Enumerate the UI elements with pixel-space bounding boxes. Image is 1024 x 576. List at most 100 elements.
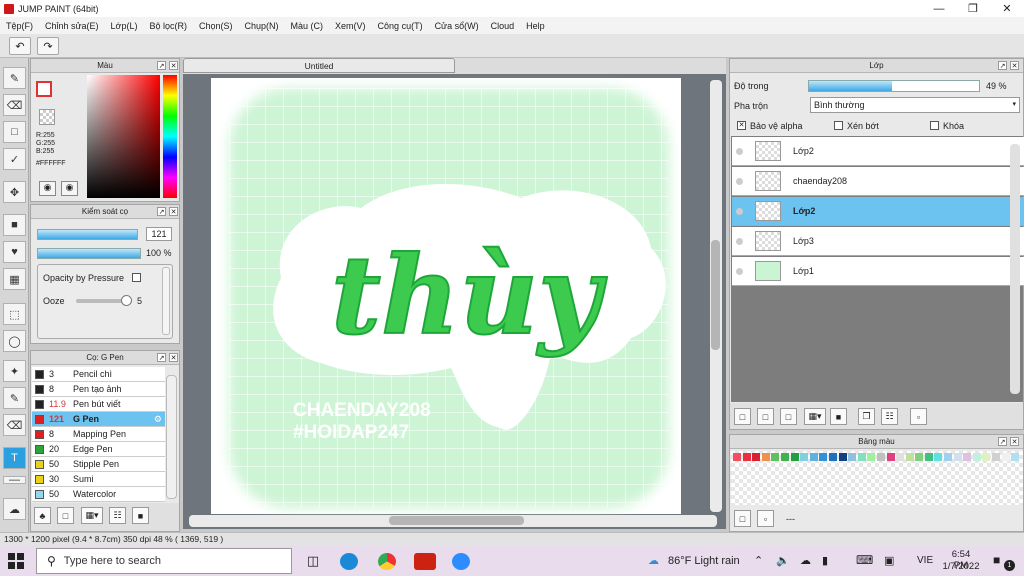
palette-swatch[interactable] xyxy=(733,453,741,461)
palette-swatch[interactable] xyxy=(886,453,895,461)
layer-row[interactable]: Lớp2⚙ xyxy=(732,197,1024,226)
panel-popout-icon[interactable]: ↗ xyxy=(998,437,1007,446)
magic-wand-icon[interactable]: ✦ xyxy=(3,360,26,382)
visibility-icon[interactable] xyxy=(736,267,743,275)
cloud-tray-icon[interactable]: ☁ xyxy=(800,554,811,567)
brush-item[interactable]: 30 Sumi xyxy=(32,472,165,487)
horizontal-scroll-thumb[interactable] xyxy=(389,516,524,525)
maximize-button[interactable]: ❐ xyxy=(956,0,990,17)
new-layer-icon[interactable]: □ xyxy=(734,408,751,425)
close-button[interactable]: ✕ xyxy=(990,0,1024,17)
brush-size-value[interactable]: 121 xyxy=(146,227,172,241)
layer-folder-icon[interactable]: ■ xyxy=(830,408,847,425)
gear-icon[interactable]: ⚙ xyxy=(154,414,162,425)
layer-row[interactable]: Lớp3 xyxy=(732,227,1024,256)
duplicate-layer-icon[interactable]: ❐ xyxy=(858,408,875,425)
palette-swatch[interactable] xyxy=(771,453,780,461)
palette-swatch[interactable] xyxy=(934,453,943,461)
menu-item[interactable]: Tệp(F) xyxy=(0,21,39,31)
brush-item[interactable]: 11.9 Pen bút viết xyxy=(32,397,165,412)
palette-swatch[interactable] xyxy=(982,453,991,461)
palette-swatch[interactable] xyxy=(924,453,933,461)
palette-swatch[interactable] xyxy=(742,453,751,461)
brush-opacity-bar[interactable] xyxy=(37,248,141,259)
visibility-icon[interactable] xyxy=(736,147,743,155)
panel-popout-icon[interactable]: ↗ xyxy=(157,353,166,362)
palette-area[interactable] xyxy=(731,451,1023,505)
panel-close-icon[interactable]: ✕ xyxy=(169,61,178,70)
palette-swatch[interactable] xyxy=(876,453,885,461)
select-pen-icon[interactable]: ✎ xyxy=(3,387,26,409)
layer-opacity-bar[interactable] xyxy=(808,80,980,92)
layer-scrollbar[interactable] xyxy=(1010,144,1020,394)
clock-date[interactable]: 1/7/2022 xyxy=(940,561,982,572)
blend-select[interactable]: Bình thường ▾ xyxy=(810,97,1020,113)
new-brush-icon[interactable]: □ xyxy=(57,507,74,524)
keyboard-icon[interactable]: ⌨ xyxy=(856,553,873,567)
palette-new-icon[interactable]: □ xyxy=(734,510,751,527)
lock-checkbox[interactable] xyxy=(930,121,939,130)
menu-item[interactable]: Chụp(N) xyxy=(239,21,285,31)
palette2-icon[interactable]: ◉ xyxy=(61,181,78,196)
line-tool-icon[interactable]: ✓ xyxy=(3,148,26,170)
panel-close-icon[interactable]: ✕ xyxy=(169,353,178,362)
palette-swatch[interactable] xyxy=(905,453,914,461)
palette-swatch[interactable] xyxy=(1011,453,1020,461)
brush-item[interactable]: 8 Mapping Pen xyxy=(32,427,165,442)
palette-swatch[interactable] xyxy=(780,453,789,461)
panel-popout-icon[interactable]: ↗ xyxy=(157,61,166,70)
select-eraser-icon[interactable]: ⌫ xyxy=(3,414,26,436)
canvas-area[interactable]: thùy CHAENDAY208 #HOIDAP247 xyxy=(183,74,726,529)
palette-swatch[interactable] xyxy=(857,453,866,461)
palette-swatch[interactable] xyxy=(752,453,761,461)
foreground-swatch[interactable] xyxy=(36,81,52,97)
chrome-icon[interactable] xyxy=(378,553,396,570)
select-tool-icon[interactable]: ⬚ xyxy=(3,303,26,325)
brush-item[interactable]: 3 Pencil chì xyxy=(32,367,165,382)
menu-item[interactable]: Cửa sổ(W) xyxy=(429,21,485,31)
layer-row[interactable]: Lớp1 xyxy=(732,257,1024,286)
jump-paint-taskbar-icon[interactable] xyxy=(414,553,436,570)
undo-icon[interactable]: ↶ xyxy=(9,37,31,55)
gradient-tool-icon[interactable]: ▦ xyxy=(3,268,26,290)
language-indicator[interactable]: VIE xyxy=(917,555,933,566)
rect-select-tool-icon[interactable]: □ xyxy=(3,121,26,143)
brush-list-scrollbar[interactable] xyxy=(166,375,177,499)
delete-layer-icon[interactable]: ▫ xyxy=(910,408,927,425)
weather-text[interactable]: 86°F Light rain xyxy=(668,555,740,567)
menu-item[interactable]: Xem(V) xyxy=(329,21,372,31)
palette-swatch[interactable] xyxy=(896,453,905,461)
vertical-scroll-thumb[interactable] xyxy=(711,240,720,350)
task-view-icon[interactable]: ◫ xyxy=(304,553,322,570)
canvas-tab[interactable]: Untitled xyxy=(183,58,455,73)
opacity-pressure-checkbox[interactable] xyxy=(132,273,141,282)
palette-swatch[interactable] xyxy=(819,453,828,461)
menu-item[interactable]: Lớp(L) xyxy=(105,21,144,31)
palette-icon[interactable]: ◉ xyxy=(39,181,56,196)
palette-swatch[interactable] xyxy=(828,453,837,461)
brush-settings-icon[interactable]: ☷ xyxy=(109,507,126,524)
palette-swatch[interactable] xyxy=(963,453,972,461)
brush-size-bar[interactable] xyxy=(37,229,138,240)
zoom-icon[interactable] xyxy=(452,553,470,570)
panel-close-icon[interactable]: ✕ xyxy=(169,207,178,216)
eraser-tool-icon[interactable]: ⌫ xyxy=(3,94,26,116)
menu-item[interactable]: Màu (C) xyxy=(285,21,330,31)
minimize-button[interactable]: — xyxy=(922,0,956,17)
panel-popout-icon[interactable]: ↗ xyxy=(998,61,1007,70)
panel-close-icon[interactable]: ✕ xyxy=(1010,437,1019,446)
protect-alpha-checkbox[interactable]: ✕ xyxy=(737,121,746,130)
brush-item[interactable]: 121 G Pen ⚙ xyxy=(32,412,165,427)
hue-slider[interactable] xyxy=(163,75,177,198)
brush-menu-icon[interactable]: ▦▾ xyxy=(81,507,103,524)
palette-delete-icon[interactable]: ▫ xyxy=(757,510,774,527)
visibility-icon[interactable] xyxy=(736,207,743,215)
tree-icon[interactable]: ♣ xyxy=(34,507,51,524)
canvas-horizontal-scrollbar[interactable] xyxy=(189,515,717,527)
canvas-vertical-scrollbar[interactable] xyxy=(710,80,722,512)
brush-item[interactable]: 20 Edge Pen xyxy=(32,442,165,457)
palette-swatch[interactable] xyxy=(838,453,847,461)
fill-rect-tool-icon[interactable]: ■ xyxy=(3,214,26,236)
menu-item[interactable]: Cloud xyxy=(485,21,521,31)
menu-item[interactable]: Help xyxy=(520,21,551,31)
